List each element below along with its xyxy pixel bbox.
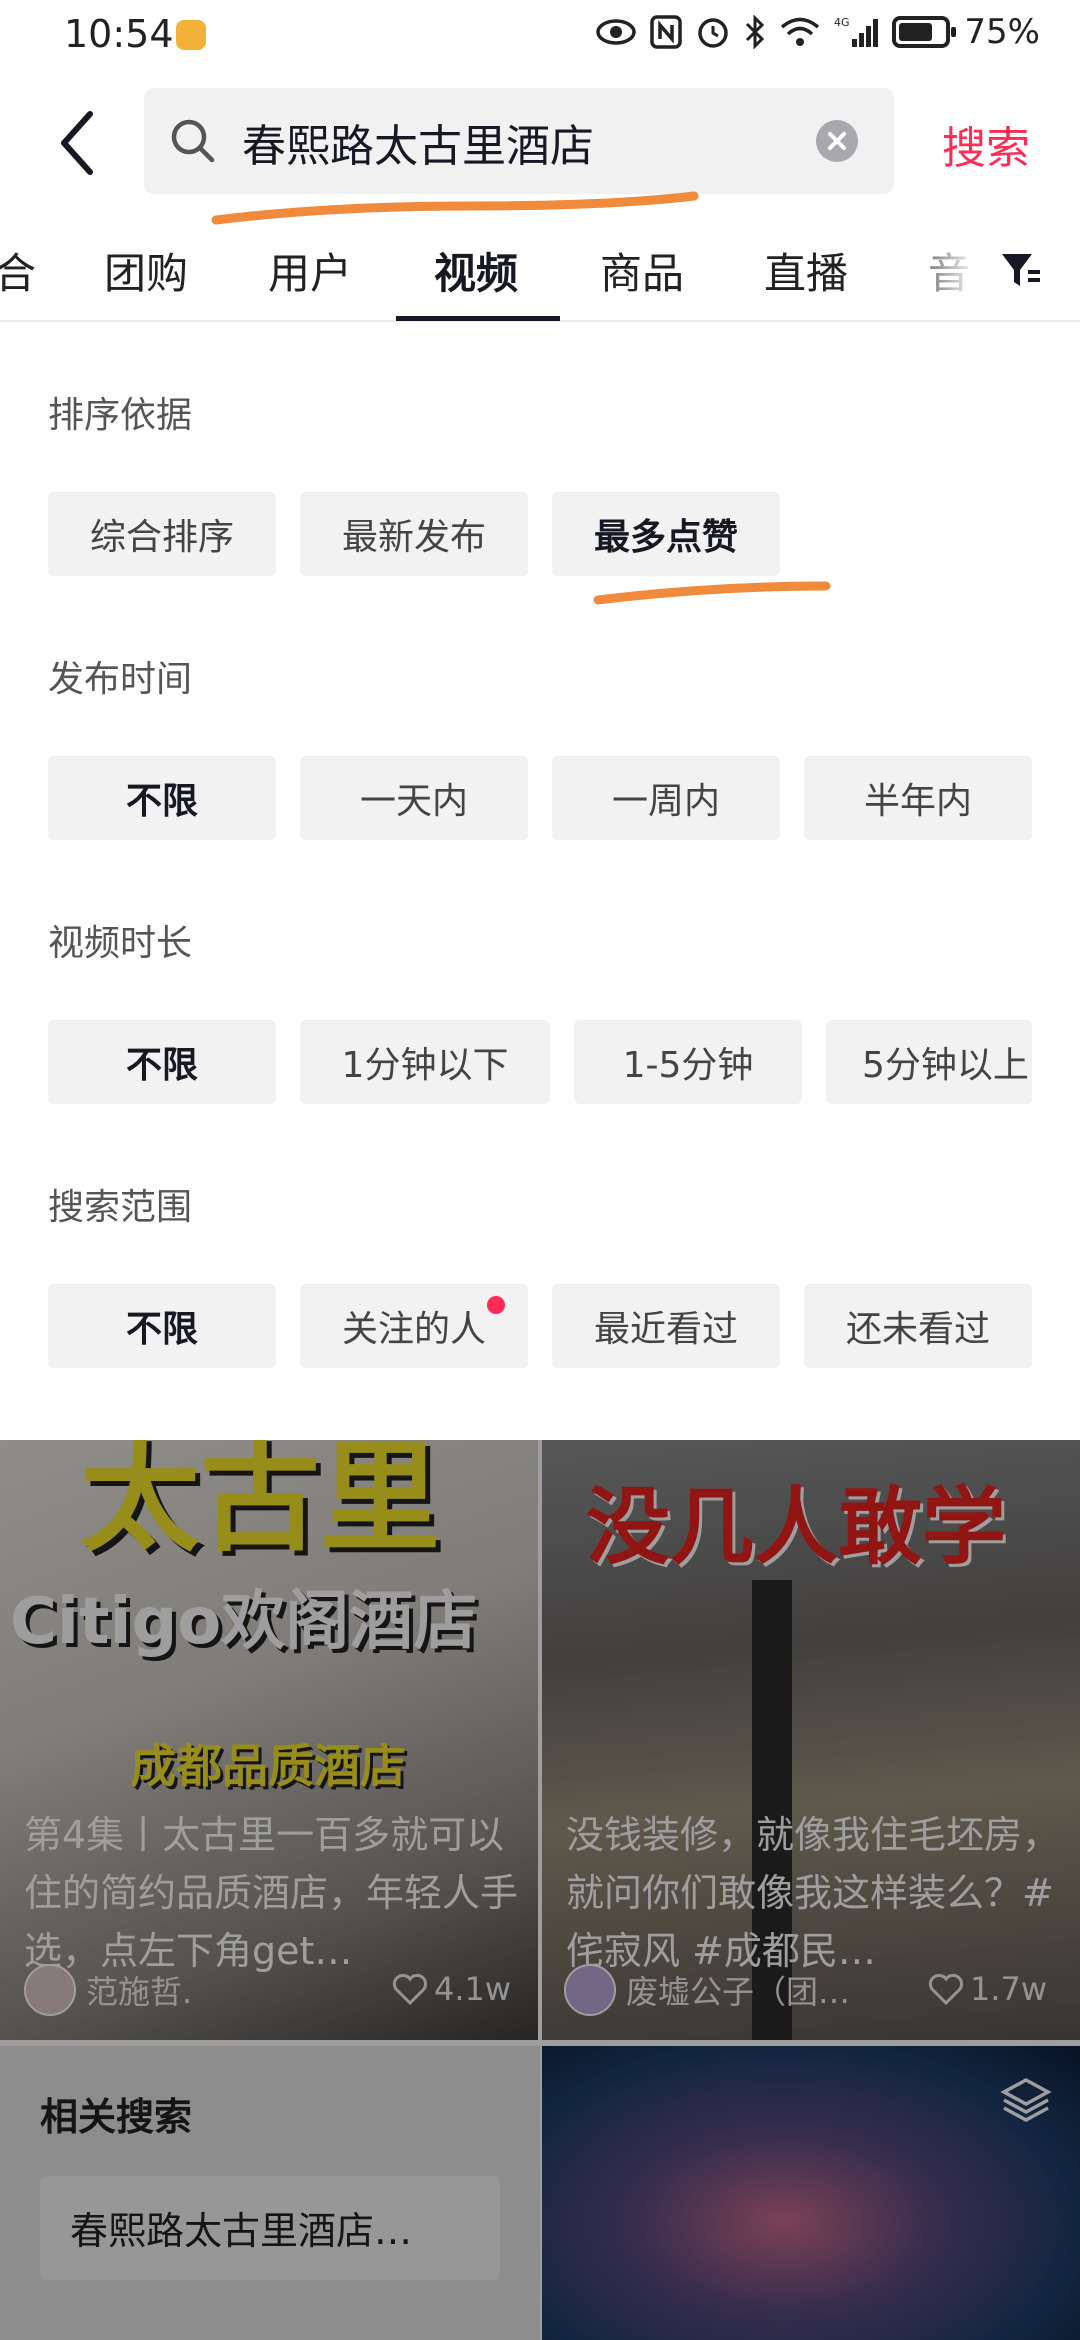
thumb-title-top: 太古里 — [80, 1440, 440, 1568]
duration-under-1min[interactable]: 1分钟以下 — [300, 1020, 550, 1104]
signal-4g-icon: 4G — [834, 16, 879, 47]
chevron-left-icon — [61, 111, 93, 175]
scope-any[interactable]: 不限 — [48, 1284, 276, 1368]
duration-any[interactable]: 不限 — [48, 1020, 276, 1104]
tab-group-buy[interactable]: 团购 — [104, 240, 188, 301]
battery-level — [899, 23, 932, 41]
filter-icon[interactable] — [998, 248, 1042, 292]
likes-count: 4.1w — [434, 1970, 512, 2008]
status-bar: 10:54 4G 75% — [0, 0, 1080, 76]
bluetooth-icon — [746, 15, 765, 49]
tab-fade — [910, 220, 1080, 320]
back-button[interactable] — [52, 108, 112, 178]
video-card[interactable] — [542, 2046, 1080, 2340]
tab-comprehensive[interactable]: 合 — [0, 240, 36, 301]
author-name: 范施哲. — [86, 1973, 193, 2011]
heart-icon — [928, 1973, 964, 2005]
filter-panel: 排序依据 综合排序 最新发布 最多点赞 发布时间 不限 一天内 一周内 半年内 … — [0, 324, 1080, 1440]
sort-option-newest[interactable]: 最新发布 — [300, 492, 528, 576]
wifi-icon — [781, 17, 820, 46]
video-caption: 没钱装修，就像我住毛坯房，就问你们敢像我这样装么？#侘寂风 #成都民… — [566, 1813, 1061, 1973]
scope-not-viewed[interactable]: 还未看过 — [804, 1284, 1032, 1368]
publish-time-one-week[interactable]: 一周内 — [552, 756, 780, 840]
publish-time-any[interactable]: 不限 — [48, 756, 276, 840]
status-icons: 4G 75% — [596, 12, 1040, 52]
thumb-title-top: 没几人敢学 — [586, 1478, 1007, 1576]
search-query: 春熙路太古里酒店 — [242, 121, 594, 172]
thumb-title-mid: Citigo欢阁酒店 — [10, 1585, 478, 1659]
heart-icon — [392, 1973, 428, 2005]
thumb-title-low: 成都品质酒店 — [130, 1739, 406, 1793]
alarm-icon — [698, 18, 729, 48]
related-search-title: 相关搜索 — [40, 2095, 193, 2139]
tab-products[interactable]: 商品 — [600, 240, 684, 301]
publish-time-one-day[interactable]: 一天内 — [300, 756, 528, 840]
tab-users[interactable]: 用户 — [268, 240, 352, 301]
layers-icon — [1000, 2078, 1052, 2122]
tab-videos[interactable]: 视频 — [434, 240, 518, 301]
sort-option-comprehensive[interactable]: 综合排序 — [48, 492, 276, 576]
notification-dot — [487, 1296, 505, 1314]
video-likes: 4.1w — [392, 1970, 511, 2008]
scope-section-title: 搜索范围 — [48, 1187, 193, 1228]
search-input[interactable]: 春熙路太古里酒店 — [144, 88, 894, 194]
svg-text:4G: 4G — [834, 16, 850, 29]
author-name: 废墟公子（团… — [626, 1973, 851, 2011]
duration-section-title: 视频时长 — [48, 923, 193, 964]
duration-1-5min[interactable]: 1-5分钟 — [574, 1020, 802, 1104]
tab-active-indicator — [396, 316, 560, 321]
duration-over-5min[interactable]: 5分钟以上 — [826, 1020, 1032, 1104]
related-search-item[interactable]: 春熙路太古里酒店… — [40, 2176, 500, 2280]
search-button[interactable]: 搜索 — [942, 112, 1030, 176]
battery-icon — [892, 16, 957, 48]
status-time: 10:54 — [64, 12, 174, 56]
related-search-card: 相关搜索 春熙路太古里酒店… — [0, 2046, 540, 2340]
search-tabs: 合 团购 用户 视频 商品 直播 音 — [0, 220, 1080, 322]
video-card[interactable]: 太古里 Citigo欢阁酒店 成都品质酒店 第4集丨太古里一百多就可以住的简约品… — [0, 1440, 538, 2040]
video-author[interactable]: 范施哲. — [24, 1964, 192, 2016]
sort-option-most-liked[interactable]: 最多点赞 — [552, 492, 780, 576]
avatar — [24, 1964, 76, 2016]
search-icon — [171, 119, 215, 163]
app-notification-icon — [176, 20, 206, 50]
publish-time-section-title: 发布时间 — [48, 659, 193, 700]
tab-live[interactable]: 直播 — [764, 240, 848, 301]
video-likes: 1.7w — [928, 1970, 1047, 2008]
clear-icon[interactable] — [816, 120, 858, 162]
likes-count: 1.7w — [970, 1970, 1048, 2008]
nfc-icon — [650, 15, 683, 49]
eye-icon — [596, 19, 637, 45]
video-card[interactable]: 没几人敢学 没钱装修，就像我住毛坯房，就问你们敢像我这样装么？#侘寂风 #成都民… — [542, 1440, 1080, 2040]
battery-percent: 75% — [964, 12, 1040, 52]
scope-recently-viewed[interactable]: 最近看过 — [552, 1284, 780, 1368]
publish-time-half-year[interactable]: 半年内 — [804, 756, 1032, 840]
sort-section-title: 排序依据 — [48, 395, 193, 436]
video-caption: 第4集丨太古里一百多就可以住的简约品质酒店，年轻人手选，点左下角get… — [24, 1813, 519, 1973]
video-author[interactable]: 废墟公子（团… — [564, 1964, 850, 2016]
avatar — [564, 1964, 616, 2016]
